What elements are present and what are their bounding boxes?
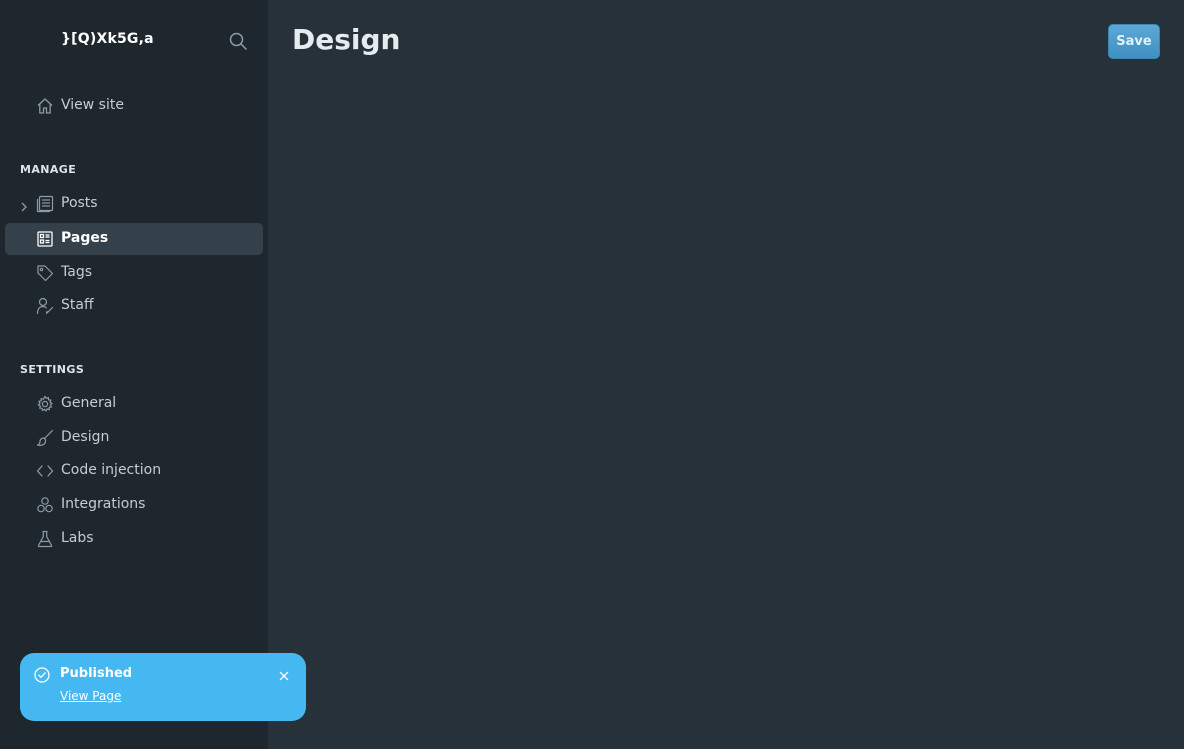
sidebar-item-label: Staff xyxy=(61,297,94,313)
sidebar-item-tags[interactable]: Tags xyxy=(5,257,263,289)
pages-icon xyxy=(36,230,54,248)
integrations-icon xyxy=(36,496,54,514)
main-content: Design Save xyxy=(268,0,1184,749)
sidebar-item-general[interactable]: General xyxy=(5,388,263,420)
check-circle-icon xyxy=(34,667,50,683)
published-toast: Published View Page xyxy=(20,653,306,721)
site-title[interactable]: }[Q)Xk5G,a xyxy=(61,31,154,47)
gear-icon xyxy=(36,395,54,413)
sidebar-item-label: Posts xyxy=(61,195,98,211)
brush-icon xyxy=(36,429,54,447)
settings-section-label: SETTINGS xyxy=(20,363,85,376)
sidebar-item-code-injection[interactable]: Code injection xyxy=(5,455,263,487)
staff-icon xyxy=(36,297,54,315)
sidebar-item-posts[interactable]: Posts xyxy=(5,188,263,220)
sidebar-item-staff[interactable]: Staff xyxy=(5,290,263,322)
view-page-link[interactable]: View Page xyxy=(60,689,121,703)
sidebar-item-label: Design xyxy=(61,429,110,445)
close-icon[interactable] xyxy=(277,668,291,682)
manage-section-label: MANAGE xyxy=(20,163,77,176)
chevron-right-icon[interactable] xyxy=(18,198,30,212)
sidebar-item-label: Pages xyxy=(61,230,109,246)
save-button[interactable]: Save xyxy=(1108,24,1160,59)
search-icon[interactable] xyxy=(228,31,248,51)
sidebar-item-labs[interactable]: Labs xyxy=(5,523,263,555)
sidebar-item-label: View site xyxy=(61,97,124,113)
toast-title: Published xyxy=(60,666,133,681)
sidebar-item-label: Tags xyxy=(61,264,92,280)
site-header: }[Q)Xk5G,a xyxy=(0,0,268,82)
home-icon xyxy=(36,97,54,115)
flask-icon xyxy=(36,530,54,548)
posts-icon xyxy=(36,195,54,213)
code-icon xyxy=(36,462,54,480)
sidebar-item-label: Integrations xyxy=(61,496,146,512)
sidebar-item-pages[interactable]: Pages xyxy=(5,223,263,255)
tag-icon xyxy=(36,264,54,282)
page-title: Design xyxy=(292,23,401,56)
sidebar-item-integrations[interactable]: Integrations xyxy=(5,489,263,521)
sidebar-item-view-site[interactable]: View site xyxy=(5,90,263,122)
sidebar-item-design[interactable]: Design xyxy=(5,422,263,454)
sidebar: }[Q)Xk5G,a View site MANAGE Posts Pages … xyxy=(0,0,268,749)
sidebar-item-label: Code injection xyxy=(61,462,162,478)
sidebar-item-label: General xyxy=(61,395,117,411)
sidebar-item-label: Labs xyxy=(61,530,94,546)
